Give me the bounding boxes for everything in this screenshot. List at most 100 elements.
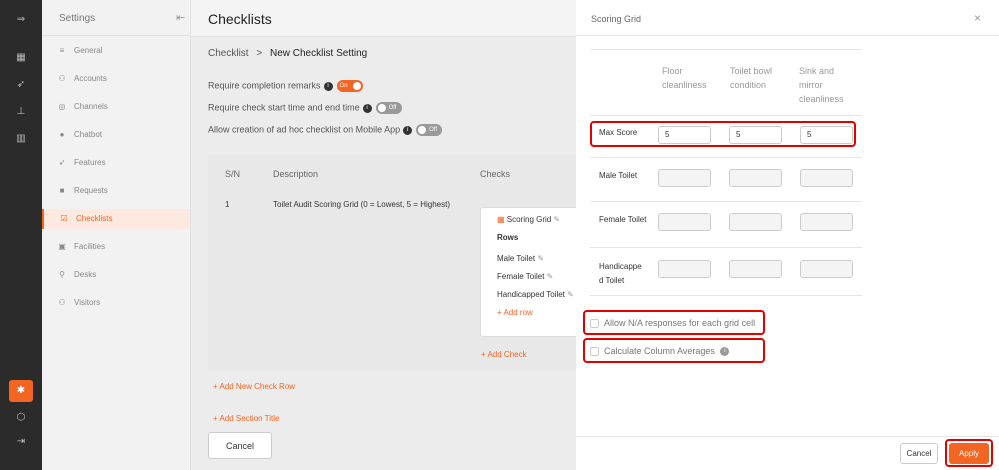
grid-row-label: Handicapped Toilet bbox=[599, 262, 642, 285]
visitors-icon: ⚇ bbox=[58, 298, 66, 307]
expand-icon[interactable]: ⇒ bbox=[0, 11, 42, 29]
scoring-grid-card[interactable]: ▦ Scoring Grid ✎ Rows Male Toilet ✎ Fema… bbox=[480, 207, 580, 337]
grid-cell-input bbox=[800, 260, 853, 278]
bar-chart-icon[interactable]: ▥ bbox=[0, 130, 42, 148]
sidebar-item-general[interactable]: ≡ General bbox=[42, 41, 190, 61]
row-divider bbox=[590, 247, 862, 248]
info-icon[interactable]: i bbox=[362, 103, 372, 113]
sliders-icon: ≡ bbox=[59, 46, 65, 55]
highlight-apply bbox=[945, 439, 993, 467]
grid-cell-input bbox=[800, 169, 853, 187]
scoring-grid-table: Floor cleanliness Toilet bowl condition … bbox=[590, 49, 862, 297]
panel-cancel-button[interactable]: Cancel bbox=[900, 443, 938, 464]
row-sn: 1 bbox=[225, 200, 230, 209]
sidebar-item-channels[interactable]: ◎ Channels bbox=[42, 97, 190, 117]
grid-cell-input bbox=[658, 260, 711, 278]
edit-icon[interactable]: ✎ bbox=[553, 215, 560, 224]
column-header-sn: S/N bbox=[225, 169, 241, 179]
sidebar-item-label: Desks bbox=[74, 270, 97, 279]
add-row-link[interactable]: + Add row bbox=[497, 308, 533, 317]
sidebar-item-label: Requests bbox=[74, 186, 108, 195]
divider bbox=[576, 35, 999, 36]
sidebar-item-label: Checklists bbox=[76, 214, 113, 223]
toggle-switch[interactable]: Off bbox=[416, 124, 443, 136]
grid-cell-input bbox=[729, 260, 782, 278]
edit-icon[interactable]: ✎ bbox=[547, 272, 554, 281]
toggle-switch[interactable]: On bbox=[336, 80, 363, 92]
card-row-label: Female Toilet bbox=[497, 272, 545, 281]
cancel-button[interactable]: Cancel bbox=[208, 432, 272, 459]
highlight-max-score bbox=[590, 121, 856, 147]
breadcrumb-separator: > bbox=[256, 48, 263, 59]
grid-row-label: Male Toilet bbox=[599, 171, 638, 180]
rocket-icon[interactable]: ➶ bbox=[0, 76, 42, 94]
toggle-row-ad-hoc: Allow creation of ad hoc checklist on Mo… bbox=[208, 124, 443, 136]
rocket-icon: ➶ bbox=[58, 158, 66, 167]
add-check-row-link[interactable]: + Add New Check Row bbox=[213, 382, 295, 391]
sidebar-item-label: Features bbox=[74, 158, 106, 167]
grid-cell-input bbox=[658, 213, 711, 231]
card-row: Handicapped Toilet ✎ bbox=[497, 290, 574, 299]
grid-cell-input bbox=[800, 213, 853, 231]
grid-cell-input bbox=[729, 169, 782, 187]
grid-column-header: Sink and mirror cleanliness bbox=[799, 66, 844, 104]
divider bbox=[576, 436, 999, 437]
highlight-allow-na bbox=[583, 310, 765, 335]
sidebar-item-facilities[interactable]: ▣ Facilities bbox=[42, 237, 190, 257]
collapse-icon[interactable]: ⇤ bbox=[176, 11, 185, 24]
row-divider bbox=[590, 201, 862, 202]
sidebar-item-chatbot[interactable]: ● Chatbot bbox=[42, 125, 190, 145]
logout-icon[interactable]: ⇥ bbox=[0, 433, 42, 451]
grid-cell-input bbox=[729, 213, 782, 231]
panel-title: Scoring Grid bbox=[591, 14, 642, 24]
sidebar-item-checklists[interactable]: ☑ Checklists bbox=[42, 209, 190, 229]
dashboard-icon[interactable]: ▦ bbox=[0, 49, 42, 67]
edit-icon[interactable]: ✎ bbox=[567, 290, 574, 299]
add-check-link[interactable]: + Add Check bbox=[481, 350, 527, 359]
toggle-row-start-end-time: Require check start time and end time i Of… bbox=[208, 102, 402, 114]
column-header-description: Description bbox=[273, 169, 319, 179]
sidebar-item-label: General bbox=[74, 46, 103, 55]
sidebar-item-desks[interactable]: ⚲ Desks bbox=[42, 265, 190, 285]
users-icon: ⚇ bbox=[58, 74, 66, 83]
analytics-icon[interactable]: ⊥ bbox=[0, 103, 42, 121]
row-divider bbox=[590, 115, 862, 116]
add-section-title-link[interactable]: + Add Section Title bbox=[213, 414, 280, 423]
cube-icon[interactable]: ⬡ bbox=[0, 409, 42, 427]
sidebar-item-features[interactable]: ➶ Features bbox=[42, 153, 190, 173]
icon-rail: ⇒ ▦ ➶ ⊥ ▥ ✱ ⬡ ⇥ bbox=[0, 0, 42, 470]
row-divider bbox=[590, 295, 862, 296]
card-title-text: Scoring Grid bbox=[506, 215, 552, 224]
info-icon[interactable]: i bbox=[323, 81, 333, 91]
info-icon[interactable]: i bbox=[403, 125, 413, 135]
breadcrumb-current: New Checklist Setting bbox=[269, 48, 368, 59]
settings-icon[interactable]: ✱ bbox=[9, 380, 33, 402]
settings-sidebar: Settings ⇤ ≡ General ⚇ Accounts ◎ Channels … bbox=[42, 0, 191, 470]
grid-column-header: Floor cleanliness bbox=[662, 66, 707, 90]
sidebar-item-requests[interactable]: ■ Requests bbox=[42, 181, 190, 201]
grid-icon: ▦ bbox=[497, 215, 507, 224]
toggle-switch[interactable]: Off bbox=[375, 102, 402, 114]
row-divider bbox=[590, 157, 862, 158]
toggle-row-completion-remarks: Require completion remarks i On bbox=[208, 80, 363, 92]
page-title: Checklists bbox=[208, 11, 272, 27]
checklist-table: S/N Description Checks 1 Toilet Audit Sc… bbox=[208, 155, 580, 370]
grid-cell-input bbox=[658, 169, 711, 187]
toggle-label: Require completion remarks bbox=[208, 80, 321, 91]
main-content: Checklists Checklist > New Checklist Set… bbox=[191, 0, 580, 470]
sidebar-item-label: Channels bbox=[74, 102, 108, 111]
sidebar-item-visitors[interactable]: ⚇ Visitors bbox=[42, 293, 190, 313]
row-description[interactable]: Toilet Audit Scoring Grid (0 = Lowest, 5… bbox=[273, 200, 450, 209]
scoring-grid-panel: Scoring Grid × Floor cleanliness Toilet … bbox=[576, 0, 999, 470]
sidebar-item-label: Accounts bbox=[74, 74, 107, 83]
breadcrumb-parent[interactable]: Checklist bbox=[208, 48, 249, 59]
close-icon[interactable]: × bbox=[974, 11, 981, 25]
sidebar-item-accounts[interactable]: ⚇ Accounts bbox=[42, 69, 190, 89]
grid-column-header: Toilet bowl condition bbox=[730, 66, 773, 90]
desks-icon: ⚲ bbox=[59, 270, 65, 279]
highlight-calc-avg bbox=[583, 338, 765, 363]
card-row: Female Toilet ✎ bbox=[497, 272, 553, 281]
sidebar-header: Settings ⇤ bbox=[42, 0, 190, 36]
edit-icon[interactable]: ✎ bbox=[537, 254, 544, 263]
rows-label: Rows bbox=[497, 233, 519, 242]
